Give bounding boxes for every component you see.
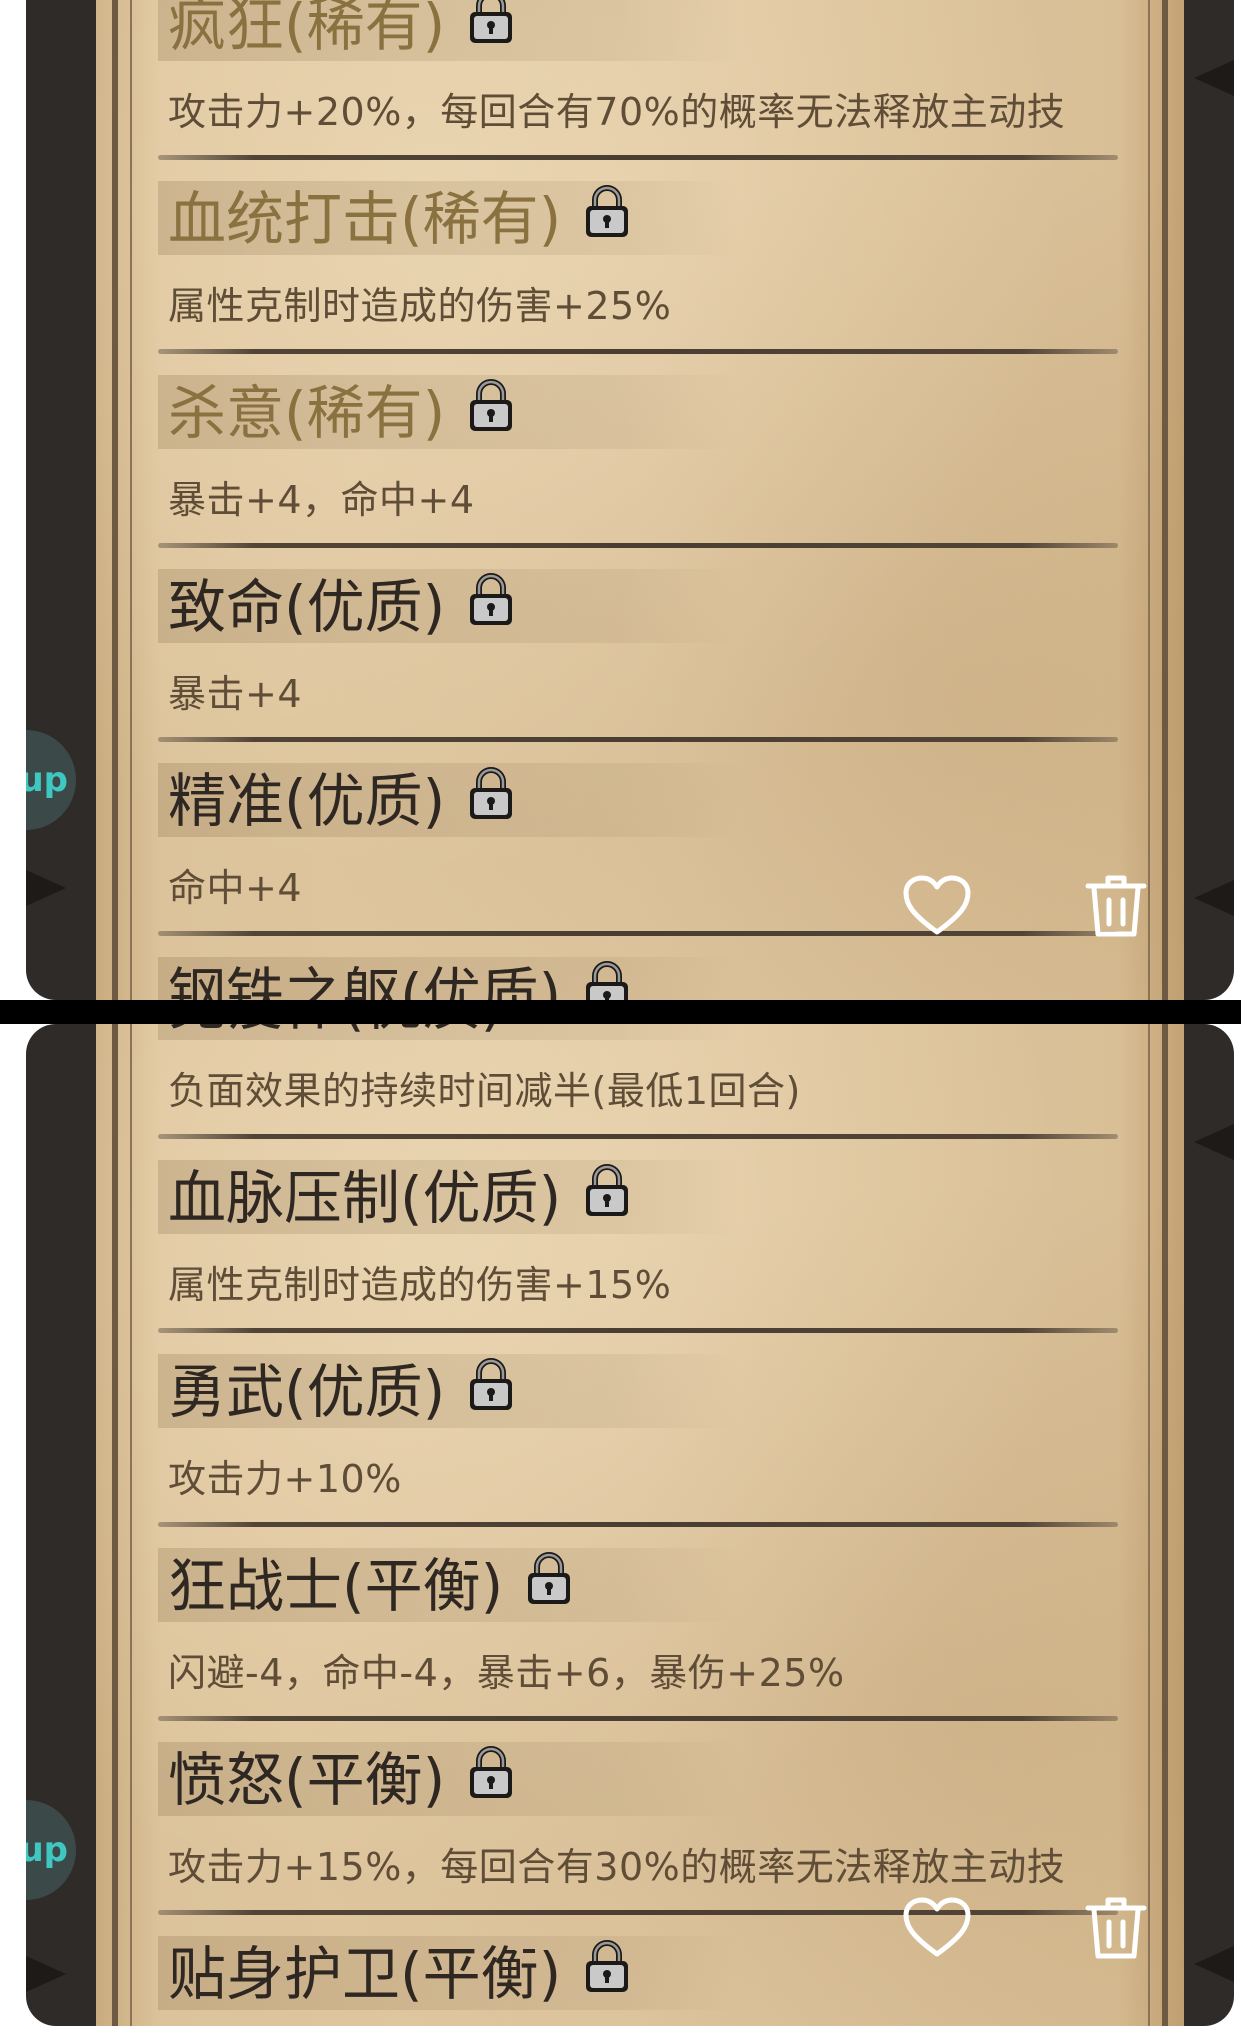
side-float-button-label: up: [26, 760, 68, 800]
divider: [158, 1134, 1118, 1139]
trait-name: 钢铁之躯(优质): [168, 945, 631, 1000]
lock-icon: [467, 1730, 515, 1830]
divider: [158, 349, 1118, 354]
trait-item[interactable]: 疯狂(稀有) 攻击力+20%，每回合有70%的概率无法释放主动技: [96, 0, 1184, 169]
trait-name: 致命(优质): [168, 557, 515, 657]
lock-icon: [583, 1148, 631, 1248]
trait-name-text: 致命(优质): [168, 573, 446, 641]
trait-item[interactable]: 狂战士(平衡) 闪避-4，命中-4，暴击+6，暴伤+25%: [96, 1536, 1184, 1730]
trait-item[interactable]: 血脉压制(优质) 属性克制时造成的伤害+15%: [96, 1148, 1184, 1342]
scroll-notch: [1194, 1124, 1234, 1160]
divider: [158, 1522, 1118, 1527]
trait-description: 负面效果的持续时间减半(最低1回合): [168, 1069, 801, 1113]
trait-name: 杀意(稀有): [168, 363, 515, 463]
scroll-notch: [26, 1956, 66, 1992]
lock-icon: [467, 751, 515, 851]
lock-icon: [583, 1924, 631, 2024]
trait-name-text: 疯狂(稀有): [168, 0, 446, 59]
lock-icon: [467, 363, 515, 463]
trait-name-text: 钢铁之躯(优质): [168, 961, 562, 1000]
trait-description: 属性克制时造成的伤害+15%: [168, 1263, 672, 1307]
trait-name-text: 贴身护卫(平衡): [168, 1940, 562, 2008]
trait-name: 贴身护卫(平衡): [168, 1924, 631, 2024]
trait-item[interactable]: 贴身护卫(平衡): [96, 1924, 1184, 2026]
scroll-notch: [1194, 60, 1234, 96]
trait-name-text: 精准(优质): [168, 767, 446, 835]
screenshot-separator: [0, 1000, 1241, 1024]
trait-item[interactable]: 血统打击(稀有) 属性克制时造成的伤害+25%: [96, 169, 1184, 363]
lock-icon: [583, 169, 631, 269]
heart-icon[interactable]: [902, 1896, 972, 1964]
divider: [158, 737, 1118, 742]
trait-description: 闪避-4，命中-4，暴击+6，暴伤+25%: [168, 1651, 845, 1695]
lock-icon: [467, 0, 515, 75]
trait-description: 暴击+4，命中+4: [168, 478, 475, 522]
trash-icon[interactable]: [1084, 1894, 1148, 1966]
parchment-scroll: 疯狂(稀有) 攻击力+20%，每回合有70%的概率无法释放主动技 血统打击(稀有…: [96, 0, 1184, 1000]
trait-name: 疯狂(稀有): [168, 0, 515, 75]
trait-item[interactable]: 杀意(稀有) 暴击+4，命中+4: [96, 363, 1184, 557]
trait-name-text: 血脉压制(优质): [168, 1164, 562, 1232]
trait-name: 愤怒(平衡): [168, 1730, 515, 1830]
divider: [158, 155, 1118, 160]
trait-item[interactable]: 钢铁之躯(优质): [96, 945, 1184, 1000]
scroll-notch: [26, 870, 66, 906]
trait-name: 勇武(优质): [168, 1342, 515, 1442]
trait-item[interactable]: 免疫体(优质) 负面效果的持续时间减半(最低1回合): [96, 1024, 1184, 1148]
trait-name: 精准(优质): [168, 751, 515, 851]
parchment-scroll: 免疫体(优质) 负面效果的持续时间减半(最低1回合) 血脉压制(优质) 属性克制…: [96, 1024, 1184, 2026]
divider: [158, 1716, 1118, 1721]
divider: [158, 543, 1118, 548]
lock-icon: [467, 557, 515, 657]
side-float-button[interactable]: up: [26, 1800, 76, 1900]
trait-name-text: 勇武(优质): [168, 1358, 446, 1426]
trait-description: 命中+4: [168, 866, 303, 910]
trait-name-text: 狂战士(平衡): [168, 1552, 504, 1620]
trait-description: 攻击力+20%，每回合有70%的概率无法释放主动技: [168, 90, 1066, 134]
trait-name-text: 愤怒(平衡): [168, 1746, 446, 1814]
trait-item[interactable]: 勇武(优质) 攻击力+10%: [96, 1342, 1184, 1536]
trait-name-text: 免疫体(优质): [168, 1024, 503, 1038]
lock-icon: [525, 1024, 573, 1054]
trait-list-panel-top[interactable]: 疯狂(稀有) 攻击力+20%，每回合有70%的概率无法释放主动技 血统打击(稀有…: [26, 0, 1234, 1000]
lock-icon: [583, 945, 631, 1000]
divider: [158, 931, 1118, 936]
side-float-button[interactable]: up: [26, 730, 76, 830]
trait-item[interactable]: 致命(优质) 暴击+4: [96, 557, 1184, 751]
divider: [158, 1910, 1118, 1915]
trait-description: 攻击力+10%: [168, 1457, 402, 1501]
trait-name: 血脉压制(优质): [168, 1148, 631, 1248]
trait-item[interactable]: 愤怒(平衡) 攻击力+15%，每回合有30%的概率无法释放主动技: [96, 1730, 1184, 1924]
trait-name: 免疫体(优质): [168, 1024, 573, 1054]
lock-icon: [467, 1342, 515, 1442]
trait-description: 暴击+4: [168, 672, 303, 716]
scroll-notch: [1194, 880, 1234, 916]
trait-description: 属性克制时造成的伤害+25%: [168, 284, 672, 328]
lock-icon: [525, 1536, 573, 1636]
divider: [158, 1328, 1118, 1333]
trait-name-text: 血统打击(稀有): [168, 185, 562, 253]
scroll-notch: [1194, 1946, 1234, 1982]
trash-icon[interactable]: [1084, 872, 1148, 944]
trait-name-text: 杀意(稀有): [168, 379, 446, 447]
trait-name: 狂战士(平衡): [168, 1536, 573, 1636]
trait-list-panel-bottom[interactable]: 免疫体(优质) 负面效果的持续时间减半(最低1回合) 血脉压制(优质) 属性克制…: [26, 1024, 1234, 2026]
trait-item[interactable]: 精准(优质) 命中+4: [96, 751, 1184, 945]
trait-name: 血统打击(稀有): [168, 169, 631, 269]
heart-icon[interactable]: [902, 874, 972, 942]
side-float-button-label: up: [26, 1830, 68, 1870]
trait-description: 攻击力+15%，每回合有30%的概率无法释放主动技: [168, 1845, 1066, 1889]
